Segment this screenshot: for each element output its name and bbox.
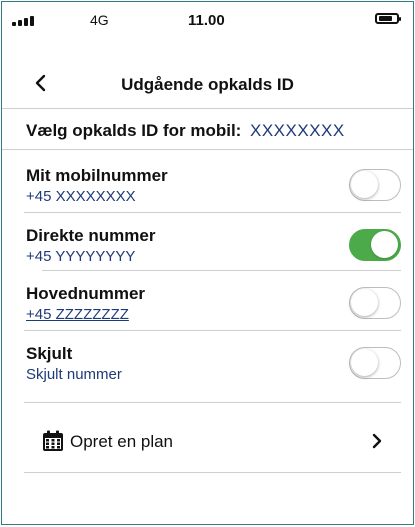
main-number-toggle[interactable] xyxy=(349,287,401,319)
battery-icon xyxy=(375,13,401,24)
toggle-knob xyxy=(351,171,378,198)
create-plan-label: Opret en plan xyxy=(70,432,174,451)
signal-strength-icon xyxy=(12,16,34,26)
option-main-number[interactable]: Hovednummer +45 ZZZZZZZZ xyxy=(24,270,401,331)
option-title: Direkte nummer xyxy=(26,226,156,245)
caller-id-value: XXXXXXXX xyxy=(250,121,345,140)
section-divider xyxy=(24,402,401,403)
option-title: Hovednummer xyxy=(26,284,146,303)
status-time: 11.00 xyxy=(188,12,225,29)
toggle-knob xyxy=(351,349,378,376)
option-hidden-number[interactable]: Skjult Skjult nummer xyxy=(24,330,401,390)
network-type: 4G xyxy=(90,12,109,28)
caller-id-label: Vælg opkalds ID for mobil: xyxy=(26,121,242,140)
phone-screen: 4G 11.00 Udgående opkalds ID Vælg opkald… xyxy=(1,1,414,525)
direct-number-toggle[interactable] xyxy=(349,229,401,261)
option-number: Skjult nummer xyxy=(26,366,122,383)
option-title: Mit mobilnummer xyxy=(26,166,168,185)
navigation-bar: Udgående opkalds ID xyxy=(2,58,413,109)
option-title: Skjult xyxy=(26,344,73,363)
option-mobile-number[interactable]: Mit mobilnummer +45 XXXXXXXX xyxy=(24,152,401,213)
option-number: +45 YYYYYYYY xyxy=(26,248,136,265)
status-bar: 4G 11.00 xyxy=(2,2,413,34)
toggle-knob xyxy=(351,289,378,316)
page-title: Udgående opkalds ID xyxy=(121,75,294,94)
toggle-knob xyxy=(371,231,398,258)
create-plan-row[interactable]: Opret en plan xyxy=(24,412,401,473)
option-number: +45 XXXXXXXX xyxy=(26,188,136,205)
mobile-number-toggle[interactable] xyxy=(349,169,401,201)
option-direct-number[interactable]: Direkte nummer +45 YYYYYYYY xyxy=(24,212,401,272)
calendar-icon xyxy=(43,430,63,451)
option-number: +45 ZZZZZZZZ xyxy=(26,306,129,323)
chevron-right-icon xyxy=(372,433,382,449)
caller-id-summary: Vælg opkalds ID for mobil: XXXXXXXX xyxy=(2,109,413,150)
hidden-number-toggle[interactable] xyxy=(349,347,401,379)
